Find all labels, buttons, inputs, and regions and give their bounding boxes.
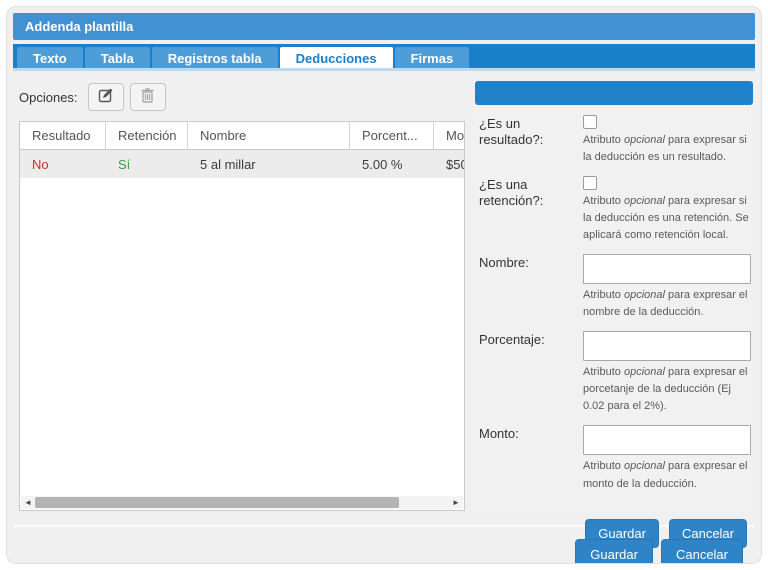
field-help: Atributo opcional para expresar el nombr… <box>583 287 751 321</box>
field-help: Atributo opcional para expresar el monto… <box>583 458 751 492</box>
form-row-nombre: Nombre: Atributo opcional para expresar … <box>473 254 755 331</box>
tab-deducciones[interactable]: Deducciones <box>280 47 393 68</box>
deduction-form-panel: ¿Es un resultado?: Atributo opcional par… <box>473 79 755 511</box>
cell-monto: $50 <box>434 150 465 178</box>
dialog-title: Addenda plantilla <box>13 13 755 40</box>
field-help: Atributo opcional para expresar el porce… <box>583 364 751 415</box>
scroll-left-arrow-icon[interactable]: ◄ <box>21 498 35 507</box>
es-retencion-checkbox[interactable] <box>583 176 597 190</box>
field-label: Porcentaje: <box>479 331 571 423</box>
es-resultado-checkbox[interactable] <box>583 115 597 129</box>
form-row-es-retencion: ¿Es una retención?: Atributo opcional pa… <box>473 176 755 254</box>
scrollbar-thumb[interactable] <box>35 497 399 508</box>
column-header-porcentaje[interactable]: Porcent... <box>350 122 434 149</box>
table-row[interactable]: No Sí 5 al millar 5.00 % $50 <box>20 150 465 178</box>
form-row-es-resultado: ¿Es un resultado?: Atributo opcional par… <box>473 115 755 176</box>
form-panel-header <box>475 81 753 105</box>
edit-button[interactable] <box>88 83 124 111</box>
cell-porcentaje: 5.00 % <box>350 150 434 178</box>
tab-registros-tabla[interactable]: Registros tabla <box>152 47 278 68</box>
monto-input[interactable] <box>583 425 751 455</box>
deductions-table: Resultado Retención Nombre Porcent... Mo… <box>19 121 465 511</box>
options-label: Opciones: <box>19 90 78 105</box>
table-header-row: Resultado Retención Nombre Porcent... Mo… <box>20 122 465 150</box>
delete-button[interactable] <box>130 83 166 111</box>
horizontal-scrollbar[interactable]: ◄ ► <box>21 496 463 509</box>
form-row-porcentaje: Porcentaje: Atributo opcional para expre… <box>473 331 755 425</box>
cell-nombre: 5 al millar <box>188 150 350 178</box>
column-header-nombre[interactable]: Nombre <box>188 122 350 149</box>
deductions-list-section: Opciones: <box>19 79 465 511</box>
field-label: Monto: <box>479 425 571 500</box>
scroll-right-arrow-icon[interactable]: ► <box>449 498 463 507</box>
column-header-retencion[interactable]: Retención <box>106 122 188 149</box>
cell-retencion: Sí <box>106 150 188 178</box>
porcentaje-input[interactable] <box>583 331 751 361</box>
delete-icon <box>140 87 155 108</box>
dialog-save-button[interactable]: Guardar <box>575 539 653 564</box>
dialog-cancel-button[interactable]: Cancelar <box>661 539 743 564</box>
addenda-dialog: Addenda plantilla Texto Tabla Registros … <box>6 6 762 564</box>
edit-icon <box>98 87 114 108</box>
tab-bar: Texto Tabla Registros tabla Deducciones … <box>13 44 755 71</box>
scrollbar-track[interactable] <box>35 497 449 508</box>
tab-texto[interactable]: Texto <box>17 47 83 68</box>
field-label: ¿Es un resultado?: <box>479 115 571 174</box>
form-row-monto: Monto: Atributo opcional para expresar e… <box>473 425 755 502</box>
field-label: Nombre: <box>479 254 571 329</box>
nombre-input[interactable] <box>583 254 751 284</box>
dialog-content: Opciones: <box>13 71 755 511</box>
field-label: ¿Es una retención?: <box>479 176 571 252</box>
column-header-monto[interactable]: Mon <box>434 122 465 149</box>
field-help: Atributo opcional para expresar si la de… <box>583 193 751 244</box>
column-header-resultado[interactable]: Resultado <box>20 122 106 149</box>
field-help: Atributo opcional para expresar si la de… <box>583 132 751 166</box>
tab-firmas[interactable]: Firmas <box>395 47 470 68</box>
options-toolbar: Opciones: <box>19 79 465 115</box>
cell-resultado: No <box>20 150 106 178</box>
tab-tabla[interactable]: Tabla <box>85 47 150 68</box>
